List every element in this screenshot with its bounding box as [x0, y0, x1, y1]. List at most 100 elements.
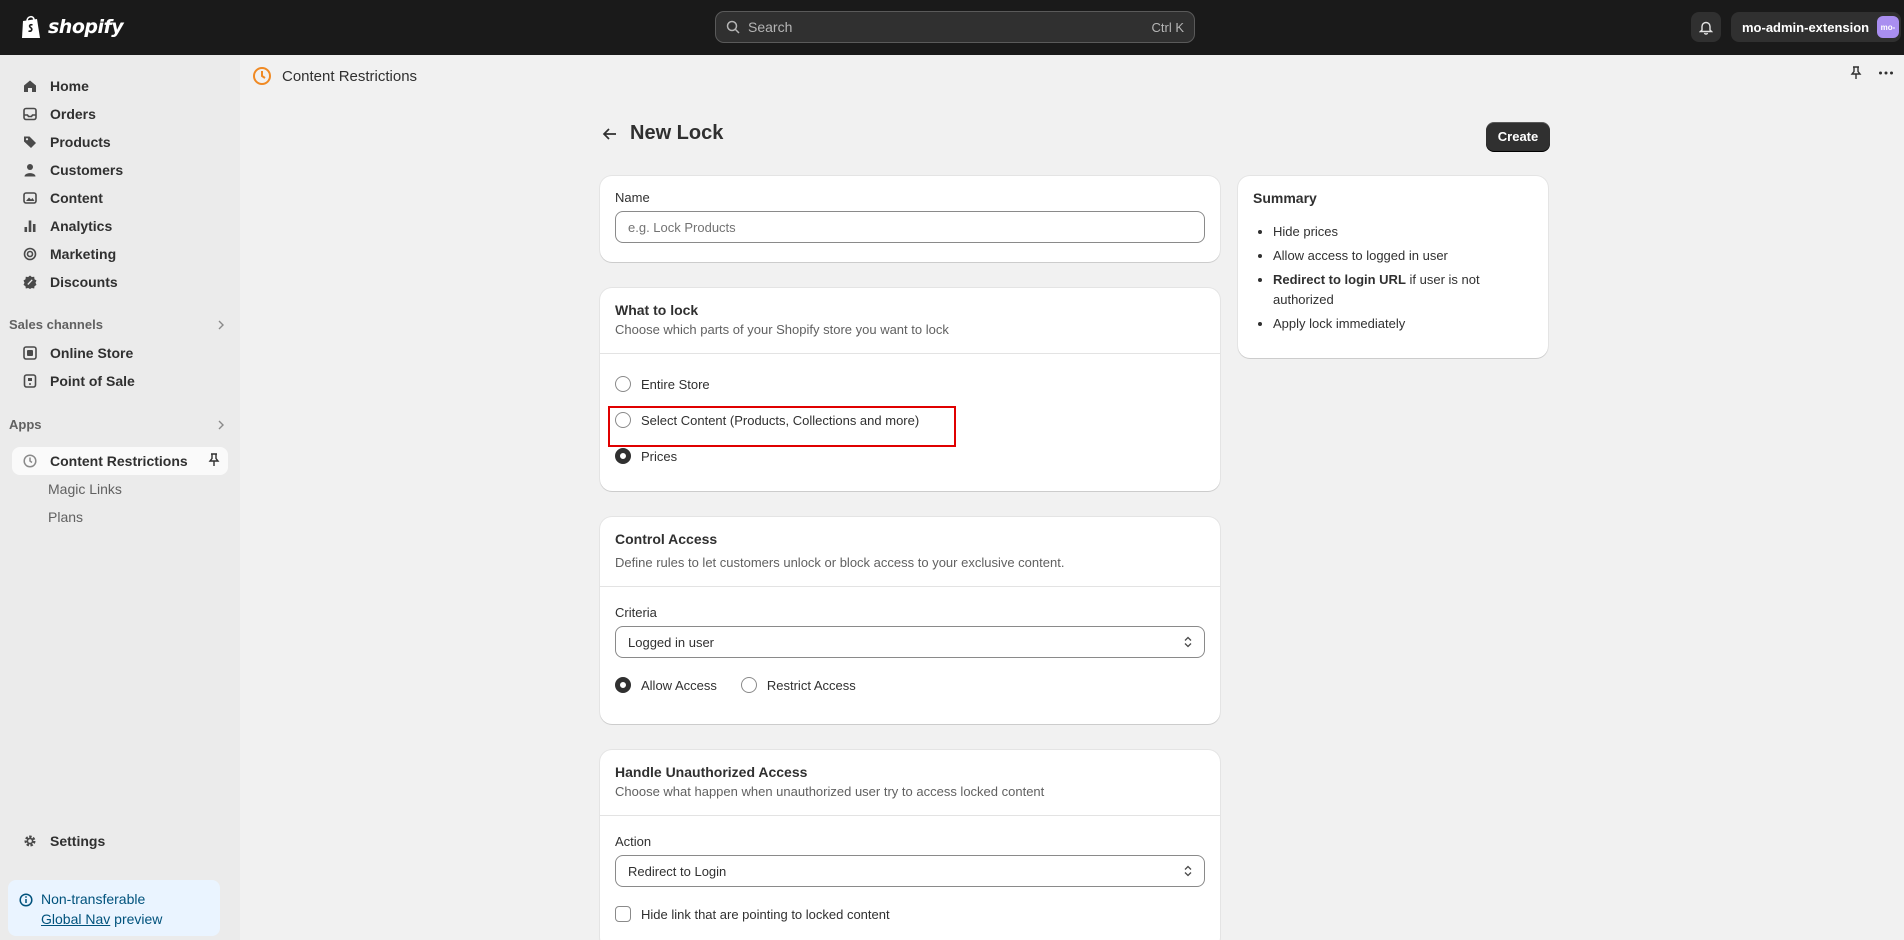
sidebar-item-discounts[interactable]: Discounts — [12, 268, 228, 296]
summary-title: Summary — [1253, 190, 1317, 206]
radio-entire-store[interactable]: Entire Store — [615, 374, 1205, 394]
hide-link-checkbox-row[interactable]: Hide link that are pointing to locked co… — [615, 904, 1205, 924]
radio-control[interactable] — [615, 677, 631, 693]
radio-label: Allow Access — [641, 677, 717, 693]
account-menu-button[interactable]: mo-admin-extension mo- — [1731, 12, 1901, 42]
sidebar-item-home[interactable]: Home — [12, 72, 228, 100]
criteria-select[interactable]: Logged in user — [615, 626, 1205, 658]
hide-link-checkbox[interactable] — [615, 906, 631, 922]
action-value: Redirect to Login — [628, 863, 727, 879]
global-nav-link[interactable]: Global Nav — [41, 911, 110, 927]
gear-icon — [22, 833, 38, 849]
criteria-label: Criteria — [615, 605, 657, 620]
sidebar-item-point-of-sale[interactable]: Point of Sale — [12, 367, 228, 395]
summary-card: Summary Hide prices Allow access to logg… — [1238, 176, 1548, 358]
unauthorized-title: Handle Unauthorized Access — [615, 764, 808, 780]
radio-control[interactable] — [740, 677, 757, 693]
sidebar-item-online-store[interactable]: Online Store — [12, 339, 228, 367]
what-to-lock-title: What to lock — [615, 302, 699, 318]
action-select[interactable]: Redirect to Login — [615, 855, 1205, 887]
apps-section[interactable]: Apps — [9, 417, 225, 432]
control-access-subtitle: Define rules to let customers unlock or … — [615, 555, 1065, 570]
search-bar[interactable]: Search Ctrl K — [715, 11, 1195, 43]
radio-prices[interactable]: Prices — [615, 446, 1205, 466]
name-card: Name e.g. Lock Products — [600, 176, 1220, 262]
sidebar-item-analytics[interactable]: Analytics — [12, 212, 228, 240]
info-icon — [19, 892, 33, 912]
sidebar-item-products[interactable]: Products — [12, 128, 228, 156]
sidebar-item-content[interactable]: Content — [12, 184, 228, 212]
criteria-value: Logged in user — [628, 634, 715, 650]
radio-label: Restrict Access — [766, 677, 856, 693]
top-bar: shopify Search Ctrl K mo-admin-extension… — [0, 0, 1904, 55]
control-access-title: Control Access — [615, 531, 718, 547]
pos-icon — [22, 373, 38, 389]
back-arrow-icon[interactable] — [602, 127, 618, 141]
what-to-lock-card: What to lock Choose which parts of your … — [600, 288, 1220, 491]
radio-allow-access[interactable]: Allow Access — [615, 675, 717, 695]
pin-icon[interactable] — [1850, 66, 1862, 80]
highlight-box — [608, 406, 956, 447]
sidebar-item-label: Marketing — [50, 246, 117, 262]
sidebar-item-customers[interactable]: Customers — [12, 156, 228, 184]
tag-icon — [22, 134, 38, 150]
more-horizontal-icon[interactable] — [1878, 66, 1894, 80]
what-to-lock-subtitle: Choose which parts of your Shopify store… — [615, 322, 949, 337]
sidebar-item-content-restrictions[interactable]: Content Restrictions — [12, 447, 228, 475]
sidebar-subitem-magic-links[interactable]: Magic Links — [48, 481, 122, 497]
pin-icon[interactable] — [208, 453, 220, 470]
radio-control[interactable] — [615, 376, 631, 392]
sidebar-item-settings[interactable]: Settings — [12, 827, 228, 855]
bar-chart-icon — [22, 218, 38, 234]
page-actions — [1850, 66, 1894, 80]
sidebar-item-label: Point of Sale — [50, 373, 135, 389]
sidebar: Home Orders Products Customers Content A… — [0, 55, 240, 940]
name-input-placeholder: e.g. Lock Products — [628, 219, 736, 235]
avatar: mo- — [1877, 16, 1899, 38]
control-access-card: Control Access Define rules to let custo… — [600, 517, 1220, 724]
name-input[interactable]: e.g. Lock Products — [615, 211, 1205, 243]
breadcrumb: Content Restrictions — [252, 66, 417, 86]
create-button[interactable]: Create — [1486, 122, 1550, 151]
sidebar-item-orders[interactable]: Orders — [12, 100, 228, 128]
search-icon — [726, 20, 740, 34]
chevron-right-icon — [218, 420, 224, 429]
radio-control[interactable] — [615, 448, 631, 464]
page-title: New Lock — [630, 122, 724, 144]
sidebar-item-marketing[interactable]: Marketing — [12, 240, 228, 268]
select-arrows-icon — [1184, 636, 1192, 648]
sidebar-item-label: Content — [50, 190, 103, 206]
notifications-button[interactable] — [1691, 12, 1721, 42]
radio-label: Entire Store — [641, 376, 710, 392]
sidebar-item-label: Settings — [50, 833, 106, 849]
shopify-logo[interactable]: shopify — [20, 14, 124, 40]
global-nav-notice: Non-transferable Global Nav preview — [8, 880, 220, 936]
notice-line1: Non-transferable — [41, 891, 146, 907]
app-clock-icon — [253, 67, 271, 85]
unauthorized-subtitle: Choose what happen when unauthorized use… — [615, 784, 1045, 799]
checkbox-label: Hide link that are pointing to locked co… — [641, 906, 890, 922]
brand-name: shopify — [48, 16, 124, 38]
summary-redirect-bold: Redirect to login URL — [1273, 272, 1406, 287]
person-icon — [22, 162, 38, 178]
radio-label: Prices — [641, 448, 678, 464]
unauthorized-access-card: Handle Unauthorized Access Choose what h… — [600, 750, 1220, 940]
sidebar-subitem-plans[interactable]: Plans — [48, 509, 83, 525]
action-label: Action — [615, 834, 652, 849]
store-icon — [22, 345, 38, 361]
summary-list: Hide prices Allow access to logged in us… — [1273, 222, 1533, 334]
sidebar-item-label: Products — [50, 134, 111, 150]
shopify-bag-icon — [22, 15, 40, 38]
page-header: New Lock — [602, 122, 723, 145]
sales-channels-section[interactable]: Sales channels — [9, 317, 225, 332]
radio-restrict-access[interactable]: Restrict Access — [740, 675, 856, 695]
summary-item: Hide prices — [1273, 222, 1533, 242]
sidebar-item-label: Home — [50, 78, 89, 94]
bell-icon — [1699, 21, 1713, 35]
summary-item: Redirect to login URL if user is not aut… — [1273, 270, 1533, 310]
target-icon — [22, 246, 38, 262]
sidebar-item-label: Content Restrictions — [50, 453, 188, 469]
sidebar-item-label: Online Store — [50, 345, 134, 361]
breadcrumb-app-name[interactable]: Content Restrictions — [282, 68, 417, 85]
name-label: Name — [615, 190, 650, 205]
